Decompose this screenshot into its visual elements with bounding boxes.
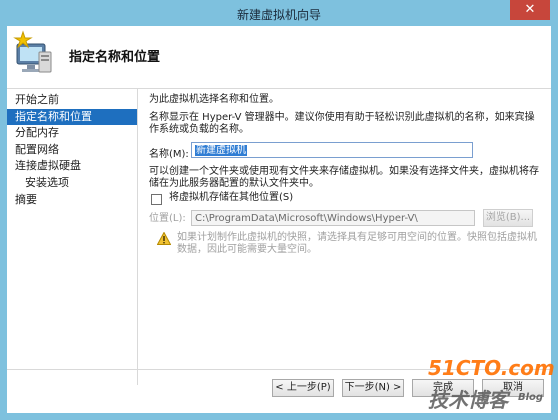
location-input[interactable]: C:\ProgramData\Microsoft\Windows\Hyper-V… [191, 210, 475, 226]
nav-item-installation-options[interactable]: 安装选项 [7, 175, 137, 192]
title-bar[interactable]: 新建虚拟机向导 ✕ [0, 0, 558, 26]
watermark-site: 51CTO.com [428, 356, 555, 380]
location-input-value: C:\ProgramData\Microsoft\Windows\Hyper-V… [195, 213, 418, 224]
location-label: 位置(L): [149, 213, 186, 224]
main-content: 为此虚拟机选择名称和位置。 名称显示在 Hyper-V 管理器中。建议你使用有助… [149, 92, 541, 382]
close-icon: ✕ [524, 2, 536, 17]
browse-button[interactable]: 浏览(B)... [483, 209, 533, 227]
nav-item-connect-virtual-disk[interactable]: 连接虚拟硬盘 [7, 158, 137, 175]
virtual-machine-wizard-icon [13, 30, 52, 73]
intro-text: 为此虚拟机选择名称和位置。 [149, 94, 279, 105]
name-description: 名称显示在 Hyper-V 管理器中。建议你使用有助于轻松识别此虚拟机的名称，如… [149, 112, 535, 135]
nav-item-assign-memory[interactable]: 分配内存 [7, 125, 137, 142]
store-elsewhere-label: 将虚拟机存储在其他位置(S) [169, 192, 294, 203]
name-input-value: 新建虚拟机 [195, 145, 247, 156]
wizard-steps-nav: 开始之前 指定名称和位置 分配内存 配置网络 连接虚拟硬盘 安装选项 摘要 [7, 88, 138, 385]
watermark-blog-en: Blog [518, 392, 544, 403]
name-input[interactable]: 新建虚拟机 [191, 142, 473, 158]
folder-description: 可以创建一个文件夹或使用现有文件夹来存储虚拟机。如果没有选择文件夹，虚拟机将存储… [149, 166, 539, 189]
name-label: 名称(M): [149, 149, 189, 160]
previous-button[interactable]: < 上一步(P) [272, 379, 334, 397]
wizard-window: 新建虚拟机向导 ✕ 指定名称和位置 开始之前 指定名称和位置 分配内存 配置网络… [0, 0, 558, 420]
nav-item-specify-name-location[interactable]: 指定名称和位置 [7, 108, 137, 126]
name-row: 名称(M): 新建虚拟机 [149, 142, 539, 160]
wizard-header: 指定名称和位置 [7, 26, 551, 89]
page-title: 指定名称和位置 [69, 50, 161, 65]
nav-item-configure-networking[interactable]: 配置网络 [7, 142, 137, 159]
nav-item-summary[interactable]: 摘要 [7, 192, 137, 209]
watermark-blog-cn: 技术博客 [428, 388, 508, 412]
warning-icon [157, 232, 171, 245]
close-button[interactable]: ✕ [510, 0, 550, 20]
snapshot-warning-text: 如果计划制作此虚拟机的快照，请选择具有足够可用空间的位置。快照包括虚拟机数据，因… [177, 232, 537, 255]
nav-item-before-you-begin[interactable]: 开始之前 [7, 92, 137, 109]
window-title: 新建虚拟机向导 [236, 8, 321, 22]
wizard-client: 指定名称和位置 开始之前 指定名称和位置 分配内存 配置网络 连接虚拟硬盘 安装… [7, 26, 551, 413]
store-elsewhere-checkbox[interactable] [151, 194, 162, 205]
next-button[interactable]: 下一步(N) > [342, 379, 404, 397]
